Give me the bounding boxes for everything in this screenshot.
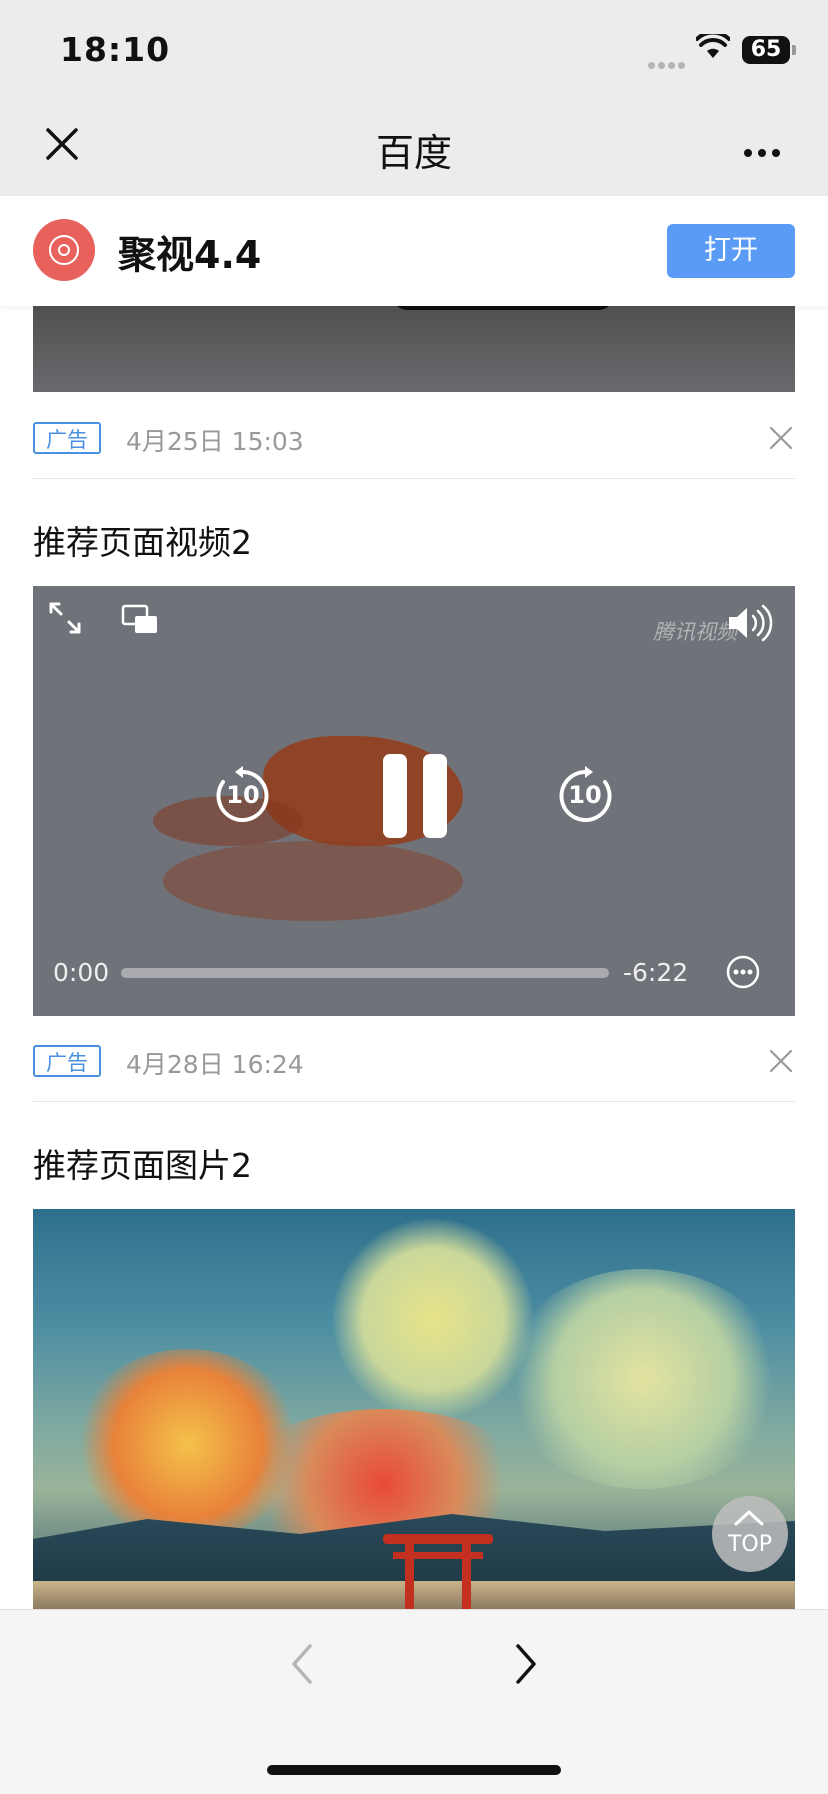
chevron-up-icon <box>734 1510 764 1526</box>
item-date: 4月25日 15:03 <box>126 427 304 456</box>
feed-photo[interactable] <box>33 1209 795 1609</box>
dismiss-icon[interactable] <box>767 424 795 452</box>
more-icon[interactable] <box>744 142 786 161</box>
cellular-signal-icon <box>648 54 688 73</box>
skip-back-seconds: 10 <box>226 781 260 809</box>
skip-forward-seconds: 10 <box>568 781 602 809</box>
wifi-icon <box>696 34 730 58</box>
pause-button[interactable] <box>381 752 449 840</box>
skip-back-button[interactable]: 10 <box>213 766 273 826</box>
back-arrow-icon[interactable] <box>288 1642 316 1686</box>
status-bar: 18:10 65 <box>0 0 828 100</box>
video-player[interactable]: 腾讯视频 10 10 0:00 -6:22 <box>33 586 795 1016</box>
app-logo-icon <box>33 219 95 281</box>
feed-content[interactable]: 广告 4月25日 15:03 推荐页面视频2 腾讯视频 10 10 0:00 -… <box>0 196 828 1609</box>
battery-icon: 65 <box>742 36 796 64</box>
pause-icon <box>383 754 447 838</box>
video-options-icon[interactable] <box>726 955 760 989</box>
elapsed-time: 0:00 <box>53 958 110 987</box>
app-download-banner: 聚视4.4 打开 <box>0 196 828 306</box>
progress-bar[interactable] <box>121 968 609 978</box>
open-app-button[interactable]: 打开 <box>667 224 795 278</box>
feed-item-meta: 广告 4月25日 15:03 <box>33 420 795 460</box>
top-label: TOP <box>727 1532 773 1557</box>
ad-badge: 广告 <box>33 422 101 454</box>
ad-badge: 广告 <box>33 1045 101 1077</box>
status-time: 18:10 <box>60 30 171 69</box>
dismiss-icon[interactable] <box>767 1047 795 1075</box>
page-title: 百度 <box>375 131 452 175</box>
volume-icon[interactable] <box>725 604 777 642</box>
home-indicator <box>267 1765 561 1775</box>
back-to-top-button[interactable]: TOP <box>712 1496 788 1572</box>
remaining-time: -6:22 <box>623 958 689 987</box>
browser-toolbar <box>0 1609 828 1794</box>
app-name: 聚视4.4 <box>118 233 262 277</box>
nav-bar: 百度 <box>0 100 828 196</box>
feed-item-meta: 广告 4月28日 16:24 <box>33 1043 795 1083</box>
item-title[interactable]: 推荐页面视频2 <box>33 516 252 564</box>
picture-in-picture-icon[interactable] <box>121 604 159 636</box>
fullscreen-icon[interactable] <box>47 600 83 636</box>
item-title[interactable]: 推荐页面图片2 <box>33 1139 252 1187</box>
skip-forward-button[interactable]: 10 <box>555 766 615 826</box>
forward-arrow-icon[interactable] <box>512 1642 540 1686</box>
divider <box>33 478 795 479</box>
item-date: 4月28日 16:24 <box>126 1050 304 1079</box>
divider <box>33 1101 795 1102</box>
